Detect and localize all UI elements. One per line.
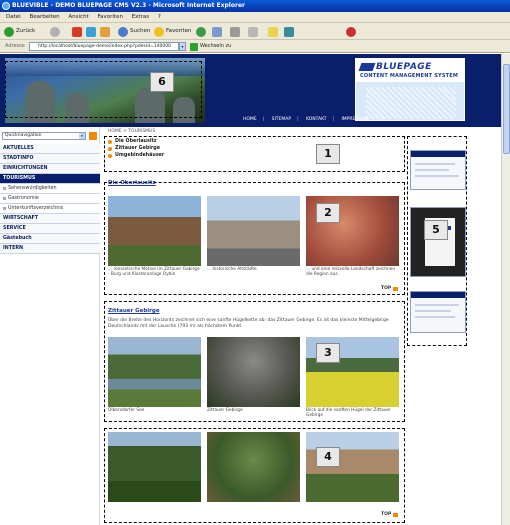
print-icon (230, 26, 240, 37)
menu-item-favoriten[interactable]: Favoriten (97, 14, 122, 20)
quicknav-go-button[interactable] (89, 132, 97, 140)
quicknav-label: Quicknavigation (5, 133, 42, 138)
address-label: Adresse (5, 43, 25, 49)
url-dropdown-button[interactable]: ▾ (179, 42, 186, 51)
topnav-impressum[interactable]: IMPRESSUM (341, 117, 368, 122)
menu-item-help[interactable]: ? (158, 14, 161, 20)
search-icon (118, 26, 128, 37)
stop-button[interactable] (72, 26, 82, 37)
home-icon (100, 26, 110, 37)
forward-button[interactable] (50, 26, 60, 37)
favorites-label: Favoriten (166, 28, 192, 34)
research-button[interactable] (346, 26, 356, 37)
callout-6: 6 (150, 72, 174, 92)
web-page: BLUEPAGE CONTENT MANAGEMENT SYSTEM HOME |… (0, 54, 510, 525)
breadcrumb[interactable]: HOME > TOURISMUS (108, 129, 155, 134)
annotation-box-4 (104, 428, 405, 523)
sidebar-item-gastronomie[interactable]: Gastronomie (0, 194, 100, 204)
stop-icon (72, 26, 82, 37)
messenger-icon (284, 26, 294, 37)
back-label: Zurück (16, 28, 36, 34)
forward-arrow-icon (50, 26, 60, 37)
callout-2: 2 (316, 203, 340, 223)
brand-mark-icon (358, 63, 376, 71)
menu-item-ansicht[interactable]: Ansicht (68, 14, 88, 20)
go-button[interactable]: Wechseln zu (190, 42, 231, 51)
menu-item-datei[interactable]: Datei (6, 14, 21, 20)
research-icon (346, 26, 356, 37)
history-button[interactable] (196, 26, 206, 37)
menu-bar: Datei Bearbeiten Ansicht Favoriten Extra… (0, 12, 510, 23)
edit-icon (248, 26, 258, 37)
window-titlebar: BLUEVIBLE - DEMO BLUEPAGE CMS V2.3 - Mic… (0, 0, 510, 12)
mail-button[interactable] (212, 26, 222, 37)
scrollbar-thumb[interactable] (503, 64, 510, 154)
messenger-button[interactable] (284, 26, 294, 37)
chevron-down-icon: ▾ (79, 133, 85, 139)
refresh-button[interactable] (86, 26, 96, 37)
sidebar-item-stadtinfo[interactable]: STADTINFO (0, 154, 100, 164)
search-label: Suchen (130, 28, 151, 34)
menu-item-extras[interactable]: Extras (132, 14, 149, 20)
menu-item-bearbeiten[interactable]: Bearbeiten (29, 14, 59, 20)
callout-1: 1 (316, 144, 340, 164)
quicknav-select[interactable]: Quicknavigation ▾ (2, 132, 86, 140)
brand-logo[interactable]: BLUEPAGE CONTENT MANAGEMENT SYSTEM (355, 58, 465, 121)
annotation-box-1 (104, 136, 405, 172)
ie-logo-icon (2, 2, 10, 10)
back-arrow-icon (4, 26, 14, 37)
address-bar: Adresse http://localhost/bluepage-demo/i… (0, 40, 510, 53)
topnav-home[interactable]: HOME (243, 117, 257, 122)
sidebar-item-unterkunft[interactable]: Unterkunftsverzeichnis (0, 204, 100, 214)
sidebar-item-aktuelles[interactable]: AKTUELLES (0, 144, 100, 154)
annotation-box-5 (407, 136, 467, 346)
vertical-scrollbar[interactable] (501, 54, 510, 525)
history-icon (196, 26, 206, 37)
sidebar: Quicknavigation ▾ AKTUELLES STADTINFO EI… (0, 127, 100, 525)
sidebar-item-tourismus[interactable]: TOURISMUS (0, 174, 100, 184)
callout-5: 5 (424, 220, 448, 240)
mail-icon (212, 26, 222, 37)
sidebar-item-gaestebuch[interactable]: Gästebuch (0, 234, 100, 244)
favorites-button[interactable]: Favoriten (154, 26, 191, 37)
url-text: http://localhost/bluepage-demo/index.php… (38, 44, 171, 49)
brand-subtitle: CONTENT MANAGEMENT SYSTEM (360, 73, 459, 79)
search-button[interactable]: Suchen (118, 26, 150, 37)
back-button[interactable]: Zurück (4, 26, 35, 37)
home-button[interactable] (100, 26, 110, 37)
go-arrow-icon (190, 42, 198, 51)
topnav-kontakt[interactable]: KONTAKT (306, 117, 326, 122)
favorites-star-icon (154, 26, 164, 37)
sidebar-nav: AKTUELLES STADTINFO EINRICHTUNGEN TOURIS… (0, 144, 100, 254)
annotation-box-2 (104, 182, 405, 295)
discuss-button[interactable] (268, 26, 278, 37)
topnav-sitemap[interactable]: SITEMAP (272, 117, 291, 122)
callout-4: 4 (316, 447, 340, 467)
refresh-icon (86, 26, 96, 37)
annotation-box-3 (104, 301, 405, 422)
go-label: Wechseln zu (200, 43, 232, 49)
url-field[interactable]: http://localhost/bluepage-demo/index.php… (29, 42, 179, 51)
print-button[interactable] (230, 26, 240, 37)
sidebar-item-service[interactable]: SERVICE (0, 224, 100, 234)
edit-button[interactable] (248, 26, 258, 37)
sidebar-item-wirtschaft[interactable]: WIRTSCHAFT (0, 214, 100, 224)
top-navigation: HOME | SITEMAP | KONTAKT | IMPRESSUM (243, 117, 369, 122)
window-title: BLUEVIBLE - DEMO BLUEPAGE CMS V2.3 - Mic… (12, 2, 245, 9)
toolbar: Zurück Suchen Favoriten (0, 23, 510, 40)
sidebar-item-einrichtungen[interactable]: EINRICHTUNGEN (0, 164, 100, 174)
callout-3: 3 (316, 343, 340, 363)
brand-title: BLUEPAGE (376, 62, 432, 72)
sidebar-item-sehenswuerdigkeiten[interactable]: Sehenswürdigkeiten (0, 184, 100, 194)
discuss-icon (268, 26, 278, 37)
sidebar-item-intern[interactable]: INTERN (0, 244, 100, 254)
